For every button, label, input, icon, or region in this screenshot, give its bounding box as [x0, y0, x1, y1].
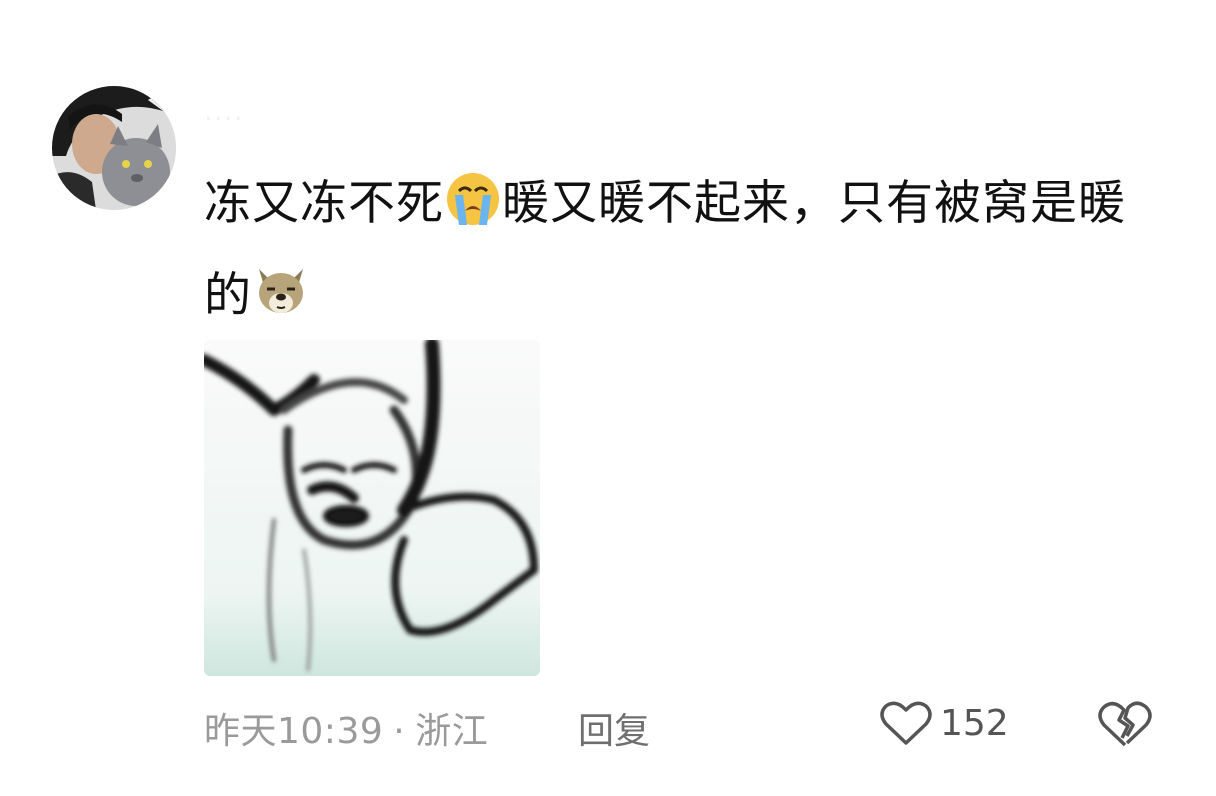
avatar[interactable] — [52, 86, 176, 210]
dislike-button[interactable] — [1098, 700, 1152, 757]
crying-face-emoji-icon — [445, 166, 501, 225]
comment-text: 冻又冻不死 暖又暖不起来，只有被窝是暖的 — [204, 158, 1164, 342]
broken-heart-icon — [1098, 701, 1152, 747]
comment-time: 昨天10:39 — [204, 711, 384, 752]
comment-location: 浙江 — [415, 711, 489, 752]
like-count: 152 — [940, 702, 1009, 744]
comment-meta: 昨天10:39 · 浙江 — [204, 702, 488, 754]
comment-footer: 昨天10:39 · 浙江 回复 152 — [0, 700, 1216, 752]
meme-sticker-image[interactable] — [204, 340, 540, 676]
dog-face-emoji-icon — [253, 258, 309, 314]
heart-icon — [880, 701, 932, 745]
meta-separator: · — [393, 711, 406, 752]
username[interactable]: ···· — [204, 102, 244, 135]
reply-button[interactable]: 回复 — [578, 702, 650, 754]
comment-text-part1: 冻又冻不死 — [204, 176, 444, 231]
like-button[interactable]: 152 — [880, 700, 1009, 746]
